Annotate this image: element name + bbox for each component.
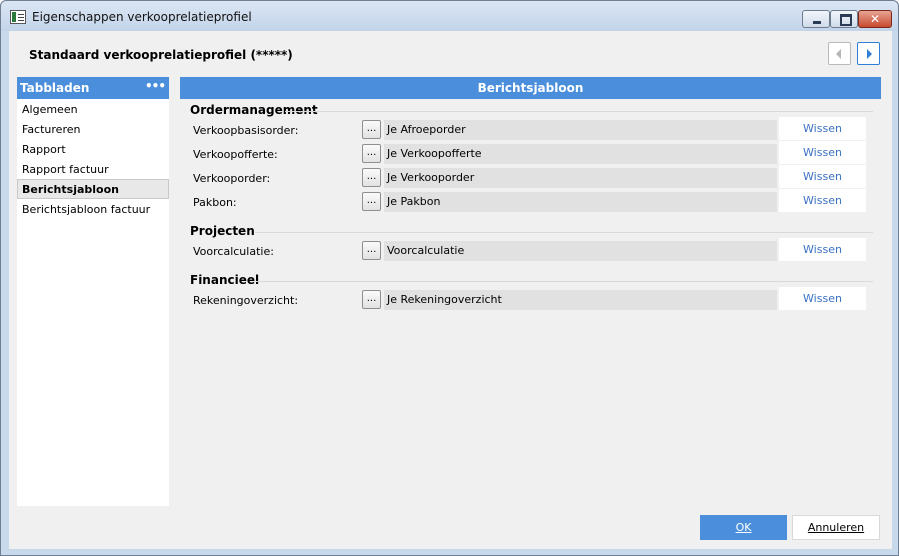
field-label-verkooporder: Verkooporder:: [193, 172, 271, 185]
clear-link-rekeningoverzicht[interactable]: Wissen: [779, 287, 866, 310]
browse-button-voorcalculatie[interactable]: ...: [362, 241, 381, 260]
tab-sidebar: Tabbladen ••• Algemeen Factureren Rappor…: [17, 77, 169, 506]
cancel-button[interactable]: Annuleren: [792, 515, 880, 540]
value-field-verkooporder[interactable]: Je Verkooporder: [384, 168, 777, 188]
browse-button-verkoopbasisorder[interactable]: ...: [362, 120, 381, 139]
maximize-icon[interactable]: [830, 10, 858, 28]
field-label-verkoopbasisorder: Verkoopbasisorder:: [193, 124, 299, 137]
section-divider: [255, 232, 873, 233]
sidebar-item-berichtsjabloon[interactable]: Berichtsjabloon: [17, 179, 169, 199]
clear-link-verkooporder[interactable]: Wissen: [779, 165, 866, 188]
dialog-window: Eigenschappen verkooprelatieprofiel Stan…: [0, 0, 899, 556]
browse-button-rekeningoverzicht[interactable]: ...: [362, 290, 381, 309]
sidebar-item-factureren[interactable]: Factureren: [17, 119, 169, 139]
clear-link-pakbon[interactable]: Wissen: [779, 189, 866, 212]
dialog-body: Standaard verkooprelatieprofiel (*****) …: [9, 31, 892, 549]
value-field-rekeningoverzicht[interactable]: Je Rekeningoverzicht: [384, 290, 777, 310]
section-title-financieel: Financieel: [190, 273, 260, 287]
clear-link-verkoopbasisorder[interactable]: Wissen: [779, 117, 866, 140]
panel-title: Berichtsjabloon: [180, 77, 881, 99]
ok-button[interactable]: OK: [700, 515, 787, 540]
minimize-icon[interactable]: [802, 10, 830, 28]
cancel-button-label: Annuleren: [807, 521, 865, 534]
section-title-ordermanagement: Ordermanagement: [190, 103, 318, 117]
section-divider: [285, 111, 873, 112]
window-title: Eigenschappen verkooprelatieprofiel: [32, 10, 252, 24]
value-field-voorcalculatie[interactable]: Voorcalculatie: [384, 241, 777, 261]
section-title-projecten: Projecten: [190, 224, 255, 238]
browse-button-verkooporder[interactable]: ...: [362, 168, 381, 187]
more-options-icon[interactable]: •••: [145, 79, 166, 93]
value-field-pakbon[interactable]: Je Pakbon: [384, 192, 777, 212]
close-icon[interactable]: [858, 10, 892, 28]
sidebar-item-rapport-factuur[interactable]: Rapport factuur: [17, 159, 169, 179]
field-label-rekeningoverzicht: Rekeningoverzicht:: [193, 294, 299, 307]
title-bar[interactable]: Eigenschappen verkooprelatieprofiel: [1, 1, 898, 31]
chevron-left-icon[interactable]: [828, 42, 851, 65]
clear-link-voorcalculatie[interactable]: Wissen: [779, 238, 866, 261]
value-field-verkoopofferte[interactable]: Je Verkoopofferte: [384, 144, 777, 164]
value-field-verkoopbasisorder[interactable]: Je Afroeporder: [384, 120, 777, 140]
clear-link-verkoopofferte[interactable]: Wissen: [779, 141, 866, 164]
sidebar-title: Tabbladen: [20, 81, 90, 95]
field-label-voorcalculatie: Voorcalculatie:: [193, 245, 274, 258]
sidebar-item-algemeen[interactable]: Algemeen: [17, 99, 169, 119]
browse-button-pakbon[interactable]: ...: [362, 192, 381, 211]
app-icon: [10, 10, 26, 24]
field-label-verkoopofferte: Verkoopofferte:: [193, 148, 278, 161]
browse-button-verkoopofferte[interactable]: ...: [362, 144, 381, 163]
page-title: Standaard verkooprelatieprofiel (*****): [29, 48, 293, 62]
sidebar-header: Tabbladen •••: [17, 77, 169, 99]
field-label-pakbon: Pakbon:: [193, 196, 237, 209]
sidebar-item-berichtsjabloon-factuur[interactable]: Berichtsjabloon factuur: [17, 199, 169, 219]
chevron-right-icon[interactable]: [857, 42, 880, 65]
section-divider: [255, 281, 873, 282]
sidebar-item-rapport[interactable]: Rapport: [17, 139, 169, 159]
